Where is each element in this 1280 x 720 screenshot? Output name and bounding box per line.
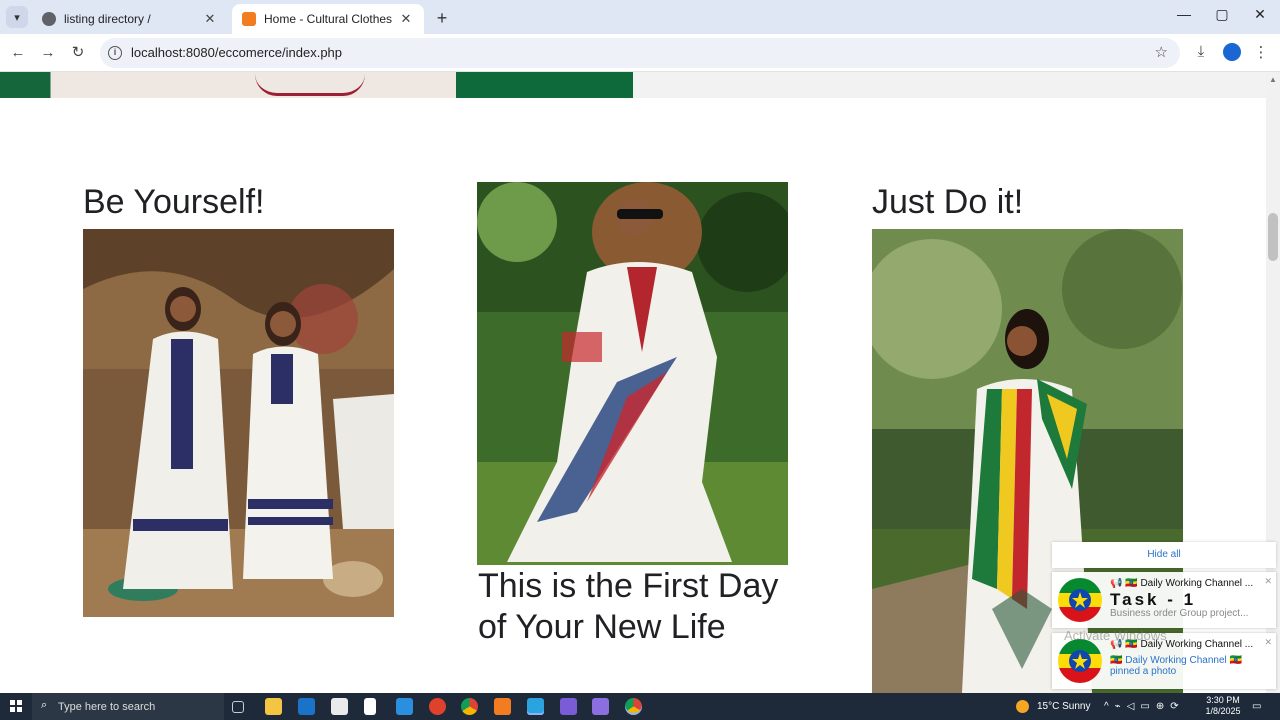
windows-start-icon[interactable] [10, 700, 22, 712]
close-icon[interactable]: ✕ [202, 11, 218, 27]
notification-headline: Task - 1 [1110, 590, 1197, 609]
notification-body: 🇪🇹 Daily Working Channel 🇪🇹 pinned a pho… [1110, 655, 1242, 677]
chrome-icon[interactable] [625, 698, 642, 715]
tab-title: listing directory / [64, 12, 151, 26]
activate-windows-watermark: Activate Windows [1064, 628, 1167, 643]
card-image-two-women[interactable] [83, 229, 394, 617]
hide-all-button[interactable]: Hide all [1052, 542, 1276, 568]
scroll-up-arrow-icon[interactable]: ▲ [1269, 75, 1277, 84]
taskbar-search-box[interactable]: ⌕ Type here to search [32, 693, 224, 720]
bookmark-star-icon[interactable]: ☆ [1155, 43, 1168, 61]
close-icon[interactable]: ✕ [1264, 576, 1272, 587]
maximize-button[interactable]: ▢ [1212, 6, 1232, 23]
card-title: This is the First Day of Your New Life [478, 567, 779, 646]
system-tray-icons[interactable]: ^⌁◁▭⊕⟳ [1104, 693, 1185, 720]
telegram-icon[interactable] [527, 698, 544, 715]
menu-kebab-icon[interactable]: ⋮ [1251, 43, 1271, 61]
clock-time: 3:30 PM [1206, 695, 1240, 705]
clock-date: 1/8/2025 [1205, 706, 1241, 716]
file-explorer-icon[interactable] [265, 698, 282, 715]
file-icon[interactable] [364, 698, 376, 715]
xampp-icon[interactable] [494, 698, 511, 715]
close-window-button[interactable]: ✕ [1250, 6, 1270, 23]
weather-icon[interactable] [1016, 693, 1029, 720]
notification-title: 📢 🇪🇹 Daily Working Channel ... [1110, 578, 1254, 589]
url-text[interactable]: localhost:8080/eccomerce/index.php [131, 45, 342, 60]
address-bar[interactable]: i localhost:8080/eccomerce/index.php ☆ [100, 38, 1180, 68]
hero-image-bottom [0, 72, 633, 98]
notification-body: Business order Group project... [1110, 608, 1249, 619]
search-placeholder: Type here to search [58, 701, 156, 713]
card-title: Just Do it! [872, 183, 1024, 221]
site-info-icon[interactable]: i [108, 46, 122, 60]
taskbar-clock[interactable]: 3:30 PM 1/8/2025 [1200, 695, 1246, 717]
tab-home-cultural-clothes[interactable]: Home - Cultural Clothes ✕ [232, 4, 424, 34]
ethiopian-flag-avatar [1058, 639, 1102, 683]
hero-side-panel [633, 72, 1266, 98]
forward-button[interactable]: → [38, 43, 58, 63]
app-icon[interactable] [592, 698, 609, 715]
back-button[interactable]: ← [8, 43, 28, 63]
windows-taskbar: ⌕ Type here to search 15°C Sunny ^⌁◁▭⊕⟳ … [0, 693, 1280, 720]
wps-office-icon[interactable] [429, 698, 446, 715]
card-image-woman-sunglasses[interactable] [477, 182, 788, 565]
task-view-icon[interactable] [232, 701, 244, 713]
minimize-button[interactable]: — [1174, 6, 1194, 22]
weather-text[interactable]: 15°C Sunny [1037, 693, 1090, 720]
card-title: Be Yourself! [83, 183, 265, 221]
browser-toolbar: ← → ↻ i localhost:8080/eccomerce/index.p… [0, 34, 1280, 72]
search-icon: ⌕ [41, 699, 48, 711]
close-icon[interactable]: ✕ [1264, 637, 1272, 648]
outlook-icon[interactable] [298, 698, 315, 715]
tab-strip: ▾ listing directory / ✕ Home - Cultural … [0, 0, 1280, 34]
tab-title: Home - Cultural Clothes [264, 12, 393, 26]
tab-search-button[interactable]: ▾ [6, 6, 28, 28]
globe-icon [42, 12, 56, 26]
vscode-icon[interactable] [396, 698, 413, 715]
scroll-thumb[interactable] [1268, 213, 1278, 261]
chrome-icon[interactable] [461, 698, 478, 715]
xampp-icon [242, 12, 256, 26]
profile-avatar[interactable] [1223, 43, 1241, 61]
new-tab-button[interactable]: + [432, 8, 452, 29]
notification-center-icon[interactable]: ▭ [1252, 693, 1261, 720]
notification-stack: Hide all 📢 🇪🇹 Daily Working Channel ... … [1052, 542, 1276, 692]
store-icon[interactable] [331, 698, 348, 715]
ethiopian-flag-avatar [1058, 578, 1102, 622]
download-icon[interactable]: ⤓ [1191, 43, 1211, 60]
reload-button[interactable]: ↻ [68, 43, 88, 63]
notification-card[interactable]: 📢 🇪🇹 Daily Working Channel ... Task - 1 … [1052, 572, 1276, 628]
app-icon[interactable] [560, 698, 577, 715]
close-icon[interactable]: ✕ [398, 11, 414, 27]
tab-listing-directory[interactable]: listing directory / ✕ [32, 4, 228, 34]
